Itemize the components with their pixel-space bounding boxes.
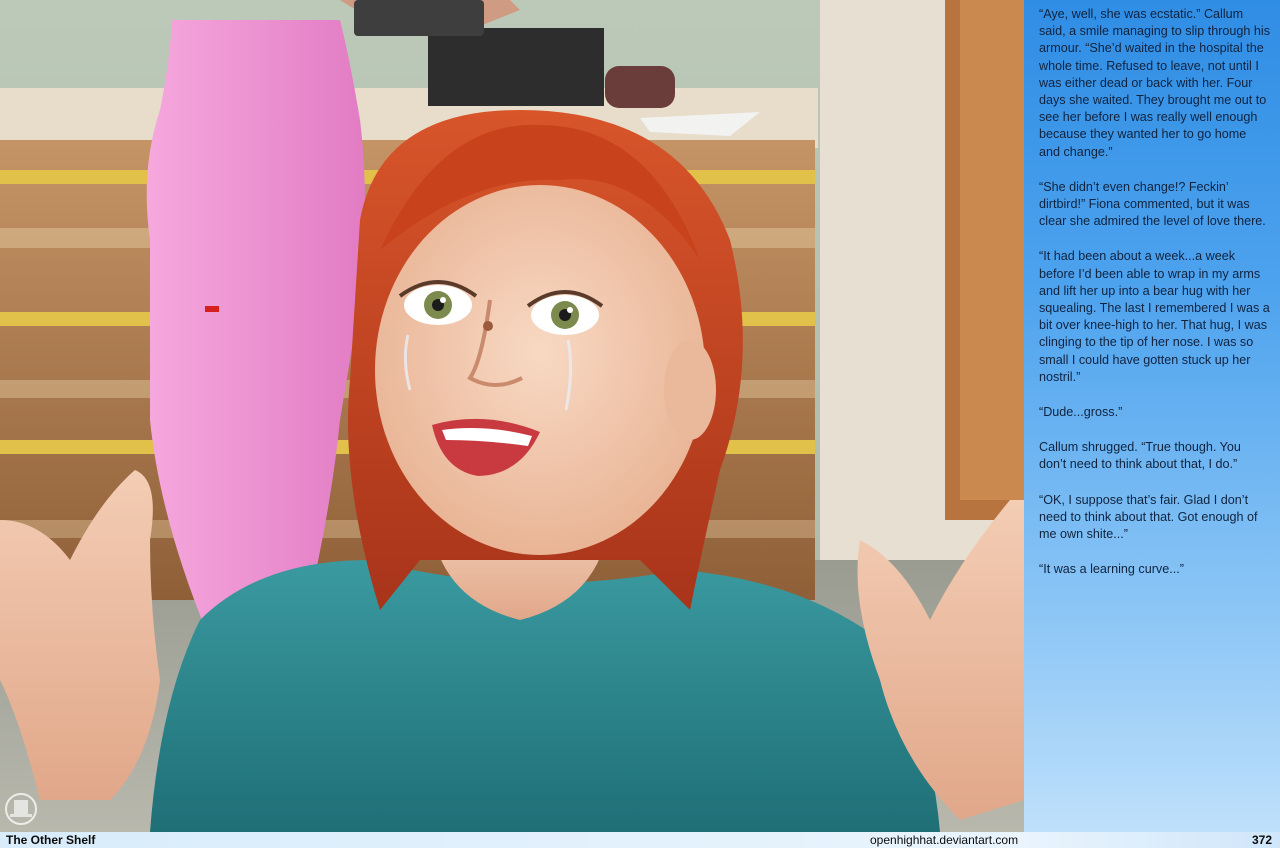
- monitor: [428, 28, 604, 106]
- chair: [605, 66, 675, 108]
- illustration-artwork: [0, 0, 1024, 832]
- top-hat-logo-icon: [5, 793, 37, 825]
- story-paragraph: “It was a learning curve...”: [1039, 562, 1184, 577]
- artist-site-link[interactable]: openhighhat.deviantart.com: [870, 832, 1018, 848]
- story-paragraph: “She didn’t even change!? Feckin’ dirtbi…: [1039, 179, 1266, 229]
- comic-title: The Other Shelf: [6, 833, 96, 847]
- clipboard: [354, 0, 484, 36]
- story-paragraph: “It had been about a week...a week befor…: [1039, 249, 1270, 384]
- story-paragraph: Callum shrugged. “True though. You don’t…: [1039, 440, 1241, 472]
- story-paragraph: “Dude...gross.”: [1039, 405, 1123, 420]
- footer-bar: The Other Shelf openhighhat.deviantart.c…: [0, 832, 1280, 848]
- girl-ear: [664, 340, 716, 440]
- page-number: 372: [1251, 833, 1272, 847]
- girl-face: [375, 185, 705, 555]
- story-text-column: “Aye, well, she was ecstatic.” Callum sa…: [1024, 0, 1280, 832]
- tiny-figure-on-nose: [483, 321, 493, 331]
- comic-illustration: [0, 0, 1024, 832]
- story-paragraph: “Aye, well, she was ecstatic.” Callum sa…: [1039, 7, 1271, 159]
- comic-page: “Aye, well, she was ecstatic.” Callum sa…: [0, 0, 1280, 848]
- story-paragraph: “OK, I suppose that’s fair. Glad I don’t…: [1039, 492, 1258, 542]
